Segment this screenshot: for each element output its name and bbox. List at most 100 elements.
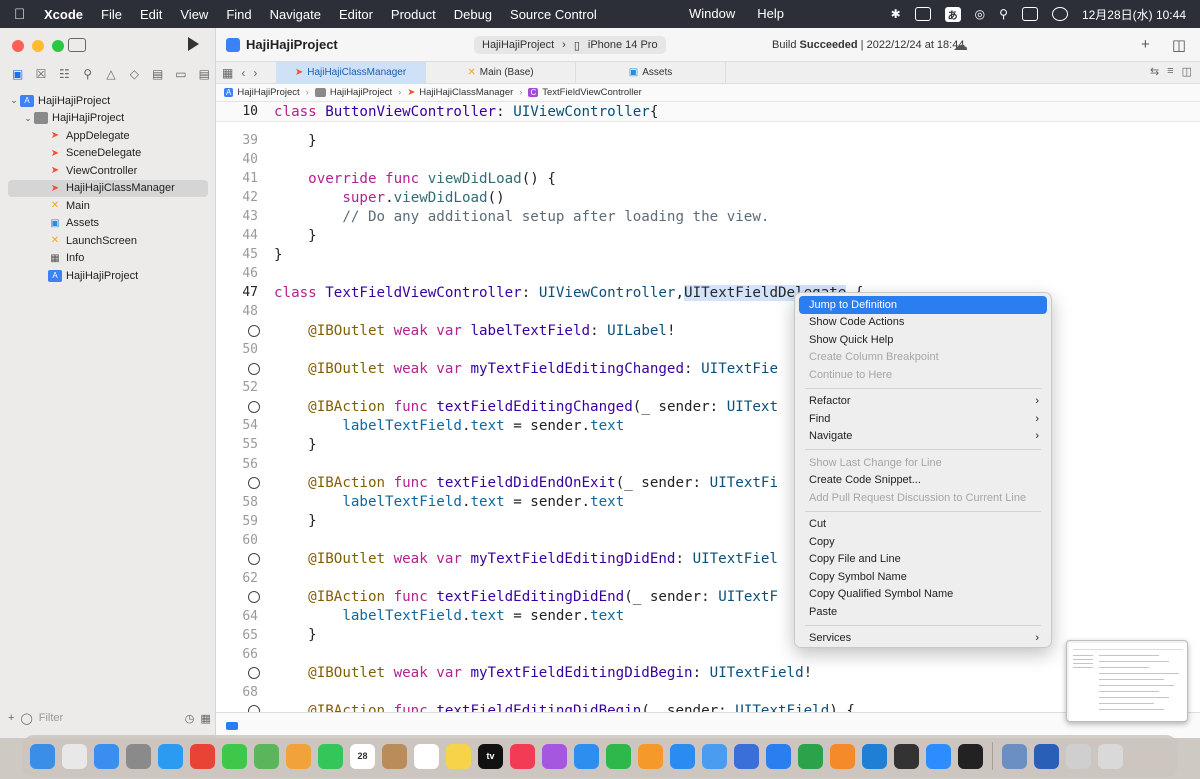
jumpbar-group[interactable]: HajiHajiProject [330,87,392,98]
menu-item-cut[interactable]: Cut [799,516,1047,534]
tab-hajihaji-class-manager[interactable]: ➤ HajiHajiClassManager [276,61,426,84]
apple-icon[interactable]:  [14,6,30,23]
xcode-icon[interactable] [766,743,791,769]
maps-icon[interactable] [254,743,279,769]
code-line[interactable]: 45} [216,245,1200,264]
connection-circle-icon[interactable] [248,591,260,604]
tab-assets[interactable]: ▣ Assets [576,61,726,84]
finder-icon[interactable] [30,743,55,769]
code-line[interactable]: 64 labelTextField.text = sender.text [216,607,1200,626]
menubar-clock[interactable]: 12月28日(水) 10:44 [1082,6,1186,23]
tree-item[interactable]: ✕ Main [0,197,216,215]
disclosure-chevron-icon[interactable]: ⌄ [8,95,20,106]
music-icon[interactable] [510,743,535,769]
numbers-icon[interactable] [606,743,631,769]
menu-app-name[interactable]: Xcode [44,7,83,22]
code-line[interactable]: 60 [216,531,1200,550]
menu-file[interactable]: File [101,7,122,22]
code-line[interactable]: 59 } [216,512,1200,531]
menu-navigate[interactable]: Navigate [270,7,321,22]
menu-item-refactor[interactable]: Refactor › [799,393,1047,411]
battery-icon[interactable] [914,7,931,21]
add-editor-icon[interactable]: ◫ [1182,65,1192,78]
connection-circle-icon[interactable] [248,400,260,413]
scheme-name[interactable]: HajiHajiProject [482,39,554,51]
chrome-icon[interactable] [190,743,215,769]
menu-item-copy[interactable]: Copy [799,533,1047,551]
code-line[interactable]: 54 labelTextField.text = sender.text [216,416,1200,435]
system-settings-icon[interactable] [126,743,151,769]
wifi-icon[interactable]: ◎ [975,7,985,21]
zoom-window-button[interactable] [52,40,64,52]
test-navigator-icon[interactable]: ◇ [123,67,146,81]
code-line[interactable]: @IBAction func textFieldEditingDidEnd(_ … [216,588,1200,607]
tree-item[interactable]: ⌄ HajiHajiProject [0,110,216,128]
menu-item-paste[interactable]: Paste [799,603,1047,621]
jumpbar-symbol[interactable]: TextFieldViewController [542,87,642,98]
debug-navigator-icon[interactable]: ▤ [146,67,169,81]
launchpad-icon[interactable] [62,743,87,769]
trash-icon[interactable] [1098,743,1123,769]
recent-files-icon[interactable]: ◷ [185,712,195,725]
find-navigator-icon[interactable]: ⚲ [76,67,99,81]
code-line[interactable]: 44 } [216,226,1200,245]
calendar-icon[interactable]: 28 [350,743,375,769]
tree-item[interactable]: ➤ AppDelegate [0,127,216,145]
connection-circle-icon[interactable] [248,324,260,337]
dev-tool-icon[interactable] [798,743,823,769]
tree-item[interactable]: A HajiHajiProject [0,267,216,285]
code-line[interactable]: 58 labelTextField.text = sender.text [216,493,1200,512]
swap-icon[interactable]: ⇆ [1150,65,1159,78]
code-line[interactable]: @IBOutlet weak var myTextFieldEditingDid… [216,550,1200,569]
tree-item[interactable]: ➤ ViewController [0,162,216,180]
facetime-icon[interactable] [318,743,343,769]
podcasts-icon[interactable] [542,743,567,769]
connection-circle-icon[interactable] [248,667,260,680]
code-line[interactable]: 65 } [216,626,1200,645]
tv-icon[interactable]: tv [478,743,503,769]
input-method-indicator[interactable]: あ [944,6,961,22]
menu-item-show-code-actions[interactable]: Show Code Actions [799,314,1047,332]
back-arrow-icon[interactable]: ‹ [241,66,245,80]
reminders-icon[interactable] [414,743,439,769]
zoom-icon[interactable] [926,743,951,769]
forward-arrow-icon[interactable]: › [253,66,257,80]
bluetooth-icon[interactable]: ✱ [891,7,901,21]
menu-item-find[interactable]: Find › [799,410,1047,428]
connection-circle-icon[interactable] [248,553,260,566]
project-navigator-icon[interactable]: ▣ [6,67,29,81]
symbol-navigator-icon[interactable]: ☷ [53,67,76,81]
menu-item-copy-file-and-line[interactable]: Copy File and Line [799,551,1047,569]
tree-item[interactable]: ➤ HajiHajiClassManager [8,179,208,197]
code-line[interactable]: @IBAction func textFieldEditingDidBegin(… [216,702,1200,712]
run-button[interactable] [188,37,199,51]
menu-product[interactable]: Product [391,7,436,22]
menu-find[interactable]: Find [226,7,251,22]
menu-window[interactable]: Window [689,6,735,21]
jumpbar-project[interactable]: HajiHajiProject [237,87,299,98]
close-window-button[interactable] [12,40,24,52]
disclosure-chevron-icon[interactable]: ⌄ [22,113,34,124]
connection-circle-icon[interactable] [248,362,260,375]
messages-icon[interactable] [222,743,247,769]
tree-item[interactable]: ➤ SceneDelegate [0,145,216,163]
tree-item[interactable]: ⌄ A HajiHajiProject [0,92,216,110]
filter-input[interactable]: Filter [39,712,179,724]
spotlight-search-icon[interactable]: ⚲ [999,7,1008,21]
screenshot-icon[interactable] [1002,743,1027,769]
code-line[interactable]: 40 [216,150,1200,169]
app-store-icon[interactable] [670,743,695,769]
breakpoint-navigator-icon[interactable]: ▭ [169,67,192,81]
source-control-filter-icon[interactable]: ▦ [200,712,210,725]
debug-area-toggle-icon[interactable] [226,722,238,730]
cloud-icon[interactable]: ☁ [953,36,968,54]
tab-main-base[interactable]: ✕ Main (Base) [426,61,576,84]
tree-item[interactable]: ▣ Assets [0,215,216,233]
scheme-selector[interactable]: HajiHajiProject › ▯ iPhone 14 Pro [474,36,666,54]
code-line[interactable]: @IBOutlet weak var myTextFieldEditingCha… [216,359,1200,378]
code-line[interactable]: 50 [216,340,1200,359]
github-icon[interactable] [894,743,919,769]
code-line[interactable]: 55 } [216,435,1200,454]
code-line[interactable]: @IBAction func textFieldDidEndOnExit(_ s… [216,474,1200,493]
source-control-navigator-icon[interactable]: ☒ [29,67,52,81]
